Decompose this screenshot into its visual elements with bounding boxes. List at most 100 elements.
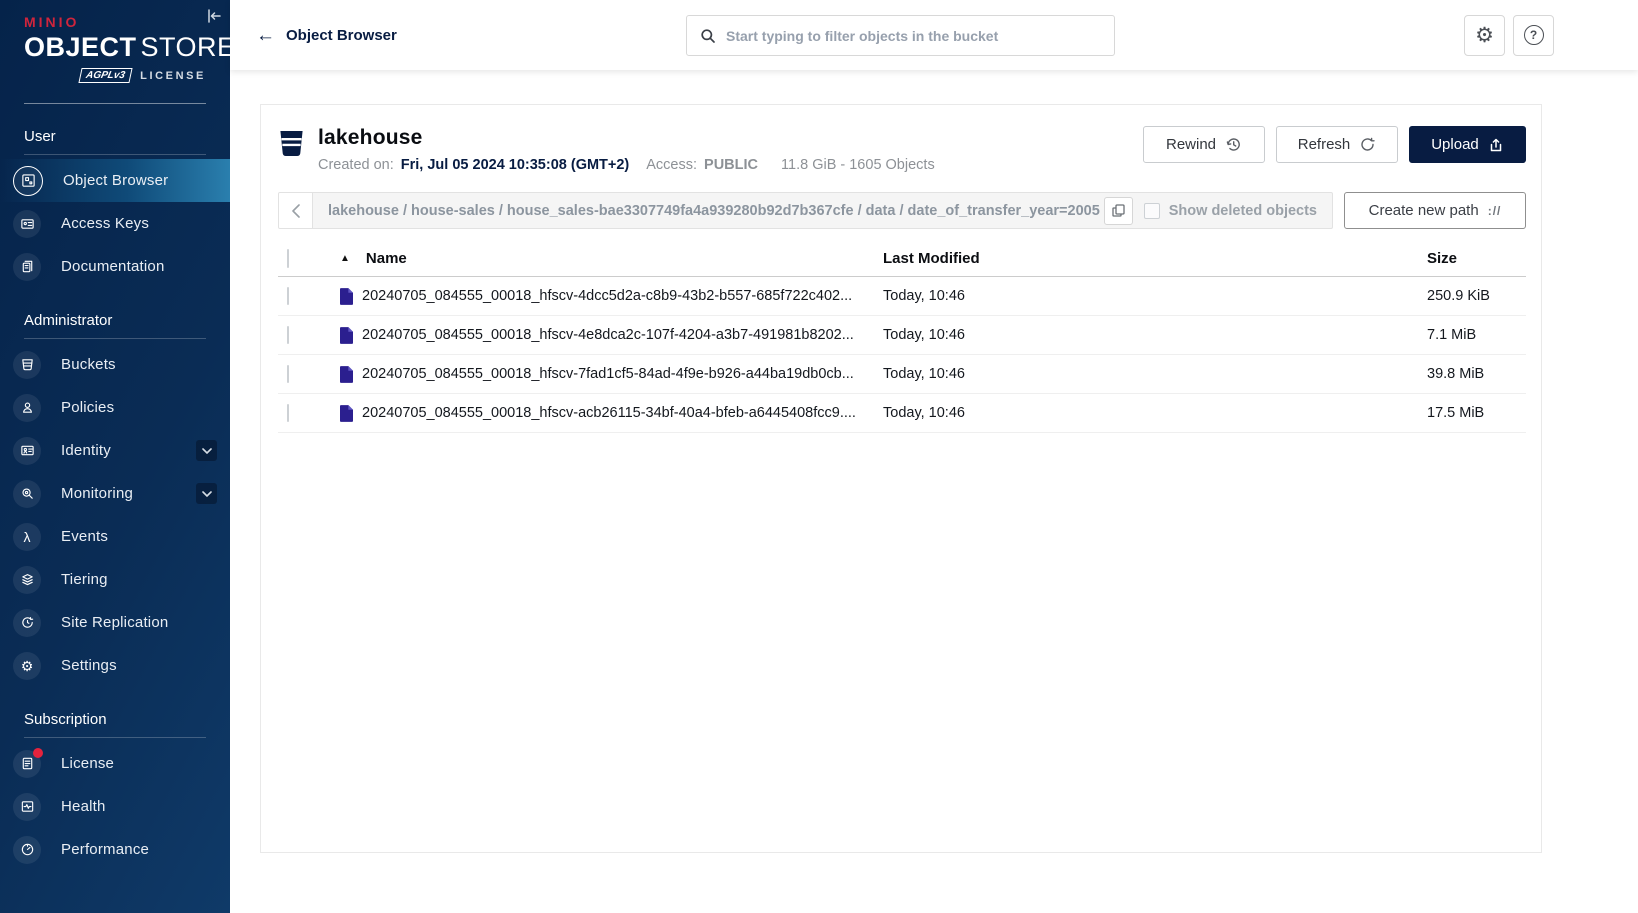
table-row[interactable]: 20240705_084555_00018_hfscv-7fad1cf5-84a… — [278, 355, 1526, 394]
upload-button[interactable]: Upload — [1409, 126, 1526, 163]
sidebar-item-settings[interactable]: ⚙ Settings — [0, 644, 230, 687]
sidebar-item-monitoring[interactable]: Monitoring — [0, 472, 230, 515]
sidebar-item-tiering[interactable]: Tiering — [0, 558, 230, 601]
table-row[interactable]: 20240705_084555_00018_hfscv-4dcc5d2a-c8b… — [278, 277, 1526, 316]
tiering-layers-icon — [13, 566, 41, 594]
sidebar-item-buckets[interactable]: Buckets — [0, 343, 230, 386]
create-new-path-button[interactable]: Create new path :// — [1344, 192, 1526, 229]
row-checkbox[interactable] — [287, 287, 289, 305]
bucket-meta: Created on: Fri, Jul 05 2024 10:35:08 (G… — [318, 157, 935, 173]
copy-icon — [1112, 204, 1125, 217]
object-name[interactable]: 20240705_084555_00018_hfscv-7fad1cf5-84a… — [362, 366, 854, 382]
settings-button[interactable]: ⚙ — [1464, 15, 1505, 56]
top-bar: ← Object Browser ⚙ ? — [230, 0, 1638, 70]
file-icon — [340, 288, 353, 305]
health-pulse-icon — [13, 793, 41, 821]
object-size: 17.5 MiB — [1427, 405, 1526, 421]
rewind-button[interactable]: Rewind — [1143, 126, 1265, 163]
column-header-size[interactable]: Size — [1427, 250, 1526, 267]
agpl-badge-icon: AGPLv3 — [79, 68, 133, 83]
breadcrumb: lakehouse / house-sales / house_sales-ba… — [278, 192, 1333, 229]
gear-icon: ⚙ — [1475, 25, 1494, 46]
sidebar-item-access-keys[interactable]: Access Keys — [0, 202, 230, 245]
main-area: ← Object Browser ⚙ ? — [230, 0, 1638, 913]
logo-divider — [24, 103, 206, 104]
sidebar-item-identity[interactable]: Identity — [0, 429, 230, 472]
object-name[interactable]: 20240705_084555_00018_hfscv-4e8dca2c-107… — [362, 327, 854, 343]
app-window: MINIO OBJECTSTORE AGPLv3 LICENSE User Ob… — [0, 0, 1638, 913]
sidebar-item-object-browser[interactable]: Object Browser — [0, 159, 230, 202]
object-name[interactable]: 20240705_084555_00018_hfscv-4dcc5d2a-c8b… — [362, 288, 852, 304]
row-checkbox[interactable] — [287, 365, 289, 383]
sidebar-item-documentation[interactable]: Documentation — [0, 245, 230, 288]
minio-logo: MINIO OBJECTSTORE AGPLv3 LICENSE — [0, 0, 230, 83]
bucket-browser-card: lakehouse Created on: Fri, Jul 05 2024 1… — [260, 104, 1542, 853]
sidebar-item-events[interactable]: λ Events — [0, 515, 230, 558]
table-row[interactable]: 20240705_084555_00018_hfscv-4e8dca2c-107… — [278, 316, 1526, 355]
documentation-icon — [13, 253, 41, 281]
minio-brand-text: MINIO — [24, 14, 206, 30]
path-bar: lakehouse / house-sales / house_sales-ba… — [261, 186, 1541, 239]
show-deleted-label: Show deleted objects — [1169, 203, 1317, 219]
events-lambda-icon: λ — [13, 523, 41, 551]
copy-path-button[interactable] — [1104, 197, 1133, 225]
new-path-icon: :// — [1488, 204, 1502, 218]
license-alert-badge — [33, 748, 43, 758]
buckets-icon — [13, 351, 41, 379]
chevron-down-icon[interactable] — [196, 440, 217, 461]
created-on-value: Fri, Jul 05 2024 10:35:08 (GMT+2) — [401, 157, 629, 173]
monitoring-icon — [13, 480, 41, 508]
file-icon — [340, 366, 353, 383]
refresh-icon — [1359, 136, 1376, 153]
site-replication-icon — [13, 609, 41, 637]
rewind-icon — [1225, 136, 1242, 153]
created-on-label: Created on: — [318, 157, 394, 173]
select-all-checkbox[interactable] — [287, 249, 289, 268]
back-arrow-icon: ← — [256, 26, 275, 45]
license-icon — [13, 750, 41, 778]
filter-objects-searchbox — [686, 15, 1115, 56]
sidebar-section-user: User Object Browser Access Keys Document… — [0, 120, 230, 288]
access-keys-icon — [13, 210, 41, 238]
sidebar-item-health[interactable]: Health — [0, 785, 230, 828]
object-size: 7.1 MiB — [1427, 327, 1526, 343]
back-to-object-browser[interactable]: ← Object Browser — [256, 26, 397, 45]
path-back-button[interactable] — [279, 193, 313, 228]
show-deleted-checkbox[interactable] — [1144, 203, 1160, 219]
object-size: 39.8 MiB — [1427, 366, 1526, 382]
help-icon: ? — [1524, 25, 1544, 45]
collapse-sidebar-icon[interactable] — [205, 7, 223, 25]
row-checkbox[interactable] — [287, 326, 289, 344]
file-icon — [340, 327, 353, 344]
sidebar-item-site-replication[interactable]: Site Replication — [0, 601, 230, 644]
chevron-down-icon[interactable] — [196, 483, 217, 504]
settings-gear-icon: ⚙ — [13, 652, 41, 680]
file-icon — [340, 405, 353, 422]
search-input[interactable] — [726, 28, 1101, 44]
show-deleted-toggle: Show deleted objects — [1144, 203, 1317, 219]
object-last-modified: Today, 10:46 — [883, 366, 1427, 382]
chevron-left-icon — [291, 204, 300, 218]
license-line: AGPLv3 LICENSE — [24, 68, 206, 83]
help-button[interactable]: ? — [1513, 15, 1554, 56]
identity-icon — [13, 437, 41, 465]
sidebar-item-license[interactable]: License — [0, 742, 230, 785]
top-right-buttons: ⚙ ? — [1464, 15, 1554, 56]
object-browser-icon — [13, 166, 43, 196]
column-header-name[interactable]: ▲ Name — [340, 250, 883, 267]
sidebar-item-policies[interactable]: Policies — [0, 386, 230, 429]
bucket-stats: 11.8 GiB - 1605 Objects — [781, 157, 935, 173]
row-checkbox[interactable] — [287, 404, 289, 422]
objects-table: ▲ Name Last Modified Size 20240705_08455… — [278, 241, 1526, 433]
upload-icon — [1488, 137, 1504, 153]
object-size: 250.9 KiB — [1427, 288, 1526, 304]
column-header-last-modified[interactable]: Last Modified — [883, 250, 1427, 267]
table-row[interactable]: 20240705_084555_00018_hfscv-acb26115-34b… — [278, 394, 1526, 433]
bucket-header: lakehouse Created on: Fri, Jul 05 2024 1… — [261, 105, 1541, 186]
object-last-modified: Today, 10:46 — [883, 405, 1427, 421]
refresh-button[interactable]: Refresh — [1276, 126, 1398, 163]
page-title: Object Browser — [286, 27, 397, 44]
sidebar-item-performance[interactable]: Performance — [0, 828, 230, 871]
object-name[interactable]: 20240705_084555_00018_hfscv-acb26115-34b… — [362, 405, 856, 421]
bucket-actions: Rewind Refresh Upload — [1143, 126, 1526, 163]
